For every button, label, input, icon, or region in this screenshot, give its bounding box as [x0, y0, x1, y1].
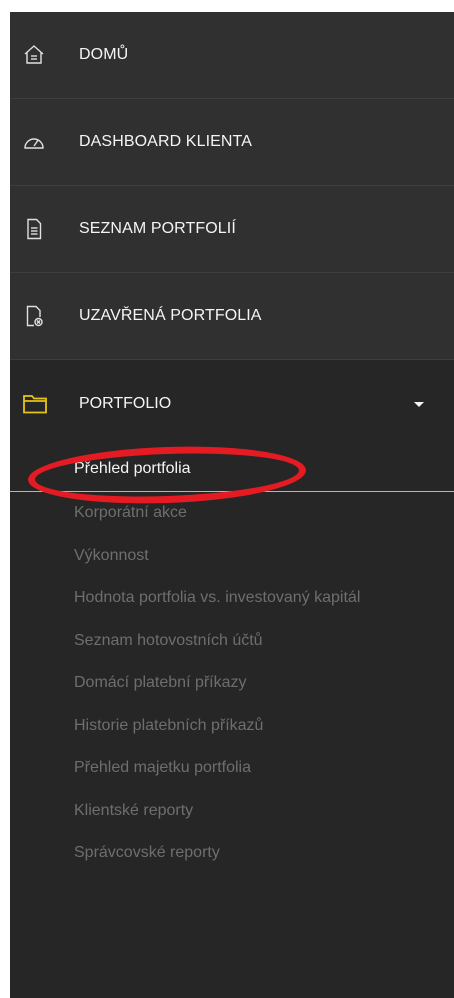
submenu-item-label: Výkonnost	[74, 546, 149, 564]
portfolio-submenu: Přehled portfolia Korporátní akce Výkonn…	[10, 447, 454, 875]
submenu-item-label: Klientské reporty	[74, 801, 194, 819]
submenu-item-client-reports[interactable]: Klientské reporty	[10, 790, 454, 833]
nav-item-label: DOMŮ	[79, 46, 129, 63]
submenu-item-label: Seznam hotovostních účtů	[74, 631, 263, 649]
submenu-item-assets-overview[interactable]: Přehled majetku portfolia	[10, 747, 454, 790]
submenu-item-cash-accounts[interactable]: Seznam hotovostních účtů	[10, 620, 454, 663]
submenu-item-payment-history[interactable]: Historie platebních příkazů	[10, 705, 454, 748]
closed-document-icon	[22, 304, 46, 328]
submenu-item-value-vs-capital[interactable]: Hodnota portfolia vs. investovaný kapitá…	[10, 577, 454, 620]
gauge-icon	[22, 130, 46, 154]
caret-down-icon[interactable]	[414, 401, 424, 407]
submenu-item-corporate-actions[interactable]: Korporátní akce	[10, 492, 454, 535]
submenu-item-label: Přehled majetku portfolia	[74, 759, 251, 777]
sidebar-nav: DOMŮ DASHBOARD KLIENTA SEZNAM PORTFOLIÍ	[10, 12, 454, 998]
nav-item-label: PORTFOLIO	[79, 394, 172, 412]
nav-item-home[interactable]: DOMŮ	[10, 12, 454, 99]
nav-item-closed-portfolios[interactable]: UZAVŘENÁ PORTFOLIA	[10, 273, 454, 360]
nav-item-portfolio-list[interactable]: SEZNAM PORTFOLIÍ	[10, 186, 454, 273]
submenu-item-label: Domácí platební příkazy	[74, 674, 247, 692]
submenu-item-overview[interactable]: Přehled portfolia	[10, 447, 454, 492]
submenu-item-label: Hodnota portfolia vs. investovaný kapitá…	[74, 589, 361, 607]
submenu-item-label: Správcovské reporty	[74, 844, 220, 862]
home-icon	[22, 43, 46, 67]
nav-item-label: DASHBOARD KLIENTA	[79, 133, 252, 150]
submenu-item-performance[interactable]: Výkonnost	[10, 535, 454, 578]
submenu-item-domestic-payments[interactable]: Domácí platební příkazy	[10, 662, 454, 705]
document-icon	[22, 217, 46, 241]
nav-item-label: UZAVŘENÁ PORTFOLIA	[79, 307, 262, 324]
nav-item-portfolio[interactable]: PORTFOLIO	[10, 360, 454, 447]
submenu-item-label: Korporátní akce	[74, 504, 187, 522]
submenu-item-label: Historie platebních příkazů	[74, 716, 264, 734]
folder-icon	[22, 393, 48, 415]
nav-item-label: SEZNAM PORTFOLIÍ	[79, 220, 236, 237]
submenu-item-manager-reports[interactable]: Správcovské reporty	[10, 832, 454, 875]
submenu-item-label: Přehled portfolia	[74, 460, 191, 477]
nav-item-dashboard[interactable]: DASHBOARD KLIENTA	[10, 99, 454, 186]
